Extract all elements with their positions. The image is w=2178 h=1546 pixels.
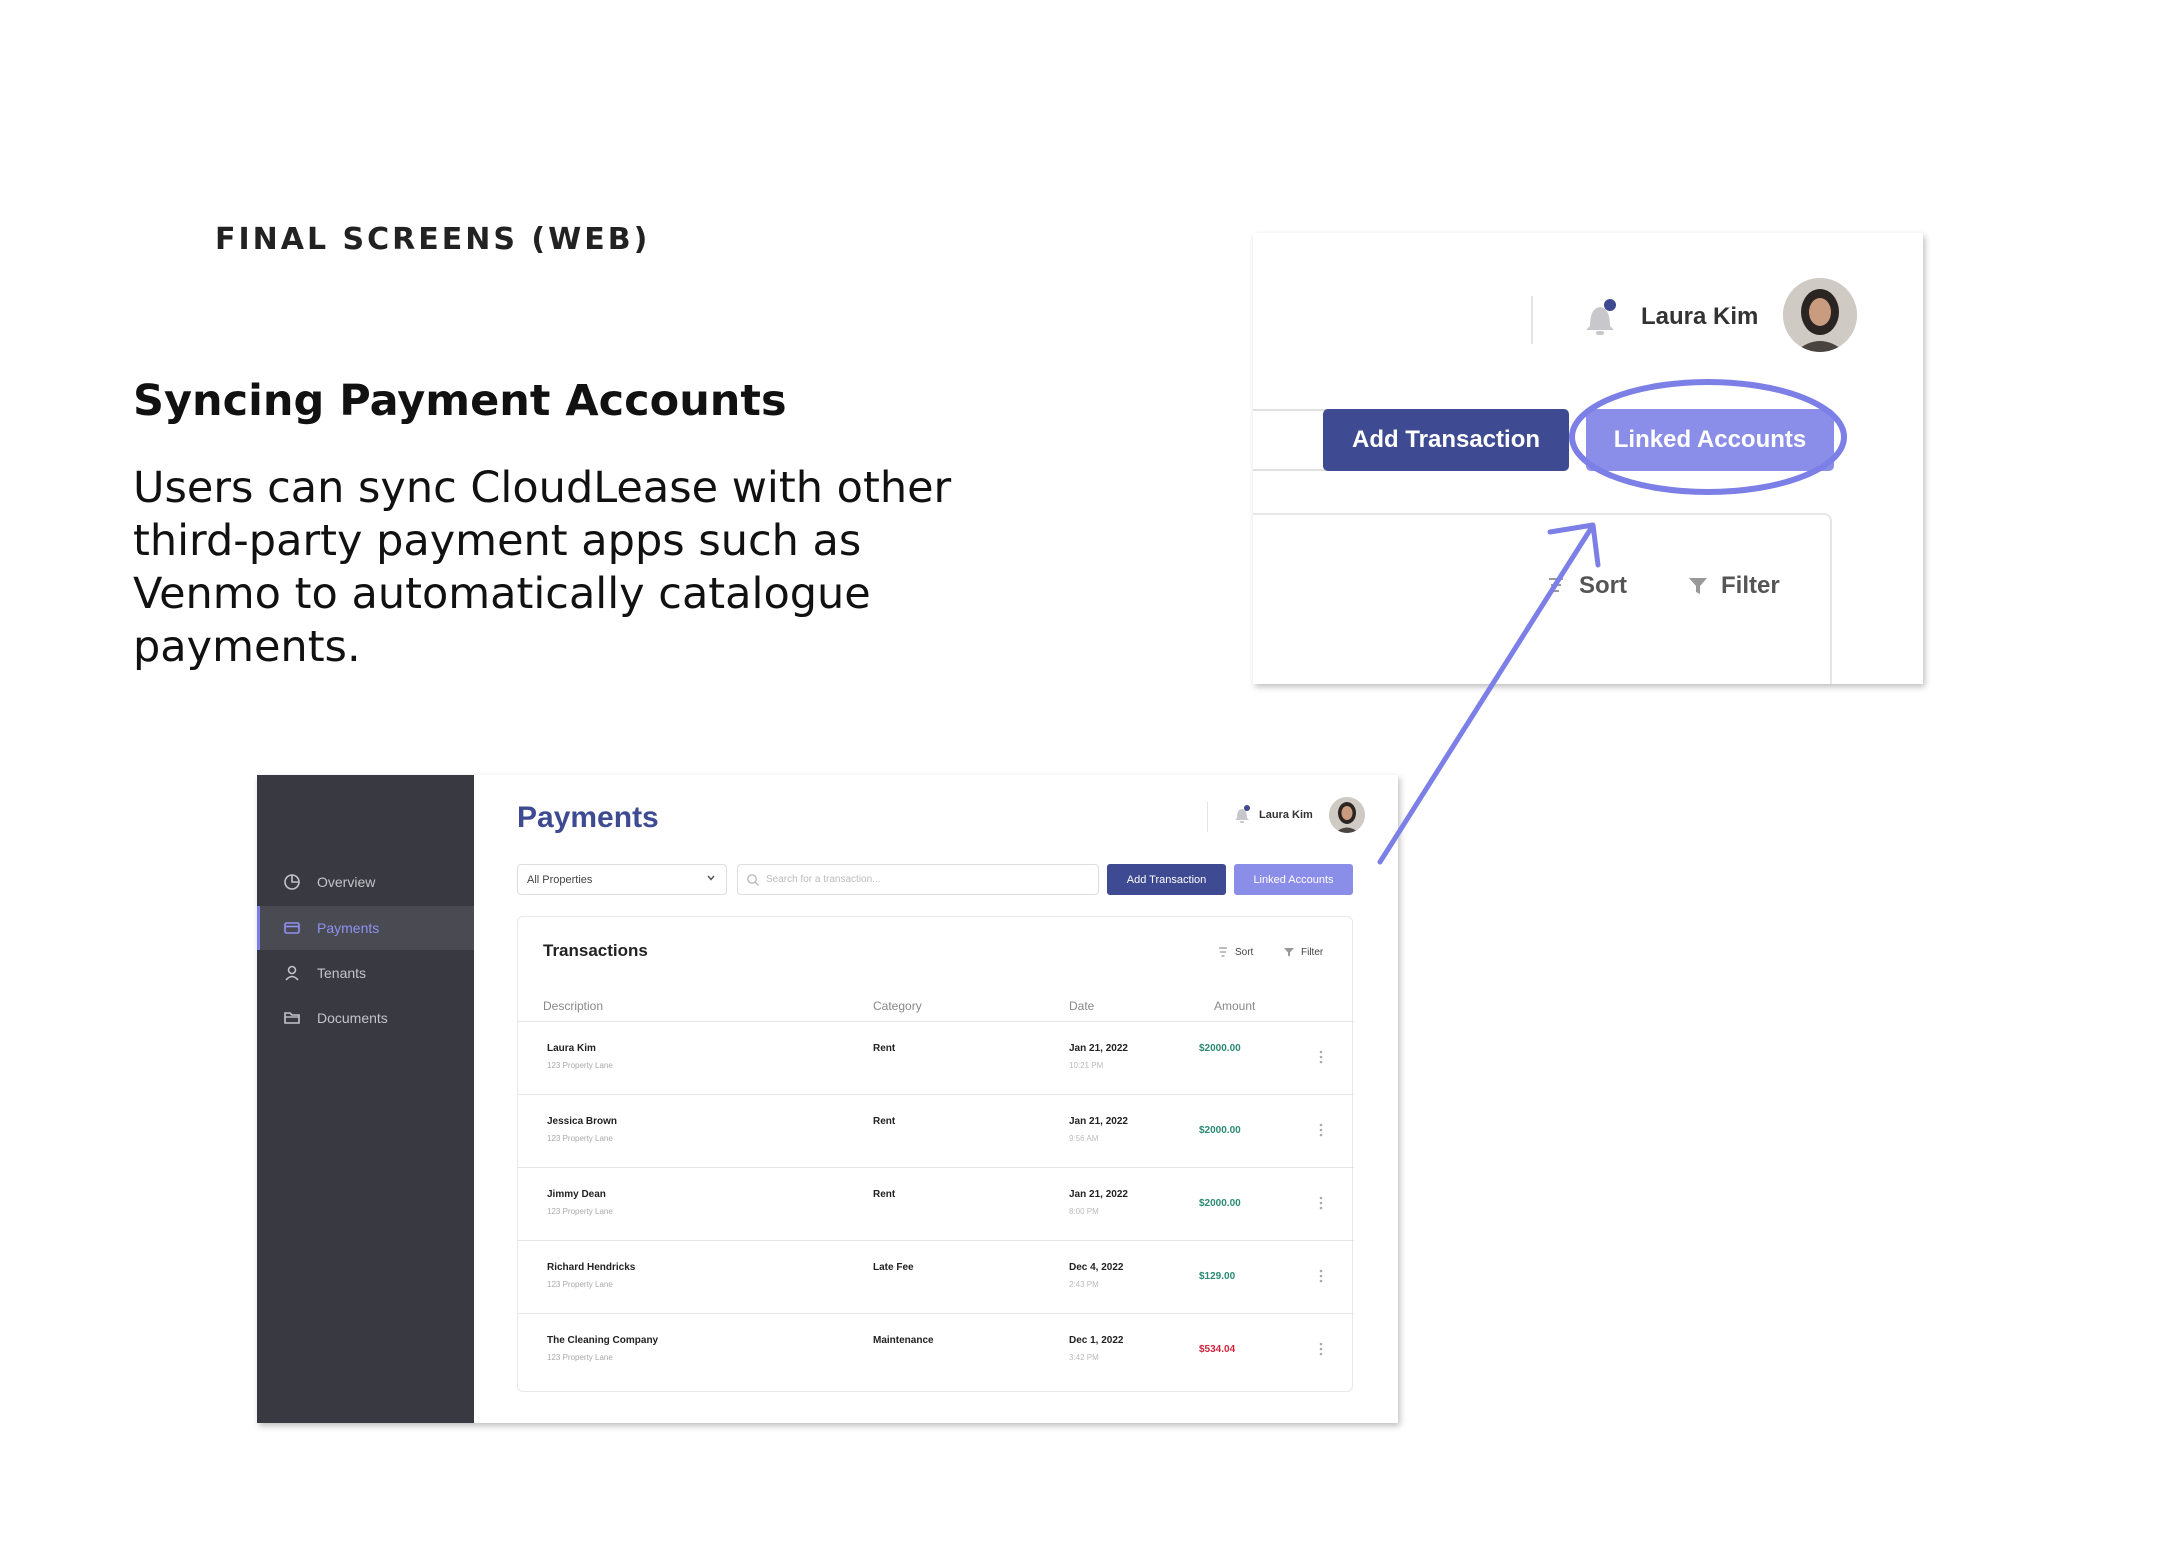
- user-name[interactable]: Laura Kim: [1259, 809, 1313, 821]
- row-name: Richard Hendricks: [547, 1262, 636, 1273]
- row-address: 123 Property Lane: [547, 1353, 613, 1362]
- sidebar-item-tenants[interactable]: Tenants: [257, 951, 474, 995]
- filter-button[interactable]: Filter: [1687, 572, 1780, 600]
- avatar[interactable]: [1783, 278, 1857, 352]
- add-transaction-button[interactable]: Add Transaction: [1323, 409, 1569, 471]
- add-transaction-button[interactable]: Add Transaction: [1107, 864, 1226, 895]
- row-date: Jan 21, 2022: [1069, 1043, 1128, 1054]
- avatar[interactable]: [1329, 797, 1365, 833]
- row-date: Dec 4, 2022: [1069, 1262, 1124, 1273]
- section-heading: Syncing Payment Accounts: [133, 376, 787, 426]
- user-icon: [285, 965, 299, 981]
- row-amount: $129.00: [1199, 1271, 1236, 1282]
- chevron-down-icon: [707, 875, 715, 881]
- transactions-title: Transactions: [543, 941, 648, 960]
- filter-button[interactable]: Filter: [1283, 946, 1323, 958]
- row-time: 2:43 PM: [1069, 1280, 1099, 1289]
- chart-pie-icon: [284, 874, 300, 890]
- notification-bell-icon[interactable]: [1233, 804, 1251, 824]
- filter-label: Filter: [1301, 946, 1324, 958]
- row-date: Dec 1, 2022: [1069, 1335, 1124, 1346]
- row-address: 123 Property Lane: [547, 1061, 613, 1070]
- more-vertical-icon[interactable]: [1319, 1195, 1323, 1211]
- table-row[interactable]: Richard Hendricks 123 Property Lane Late…: [518, 1240, 1354, 1313]
- table-row[interactable]: Jimmy Dean 123 Property Lane Rent Jan 21…: [518, 1167, 1354, 1240]
- filter-icon: [1689, 578, 1707, 594]
- sidebar-item-label: Payments: [317, 920, 380, 936]
- page-title: Payments: [517, 801, 659, 834]
- row-name: Jessica Brown: [547, 1116, 618, 1127]
- sidebar: Overview Payments Tenants Documents: [257, 775, 474, 1423]
- more-vertical-icon[interactable]: [1319, 1268, 1323, 1284]
- sort-button[interactable]: Sort: [1217, 946, 1253, 958]
- sidebar-item-label: Tenants: [317, 965, 367, 981]
- header-divider: [1207, 802, 1208, 832]
- row-amount: $2000.00: [1199, 1198, 1241, 1209]
- search-placeholder: Search for a transaction...: [766, 874, 881, 885]
- sidebar-item-label: Overview: [317, 874, 376, 890]
- payments-app-window: Overview Payments Tenants Documents Paym…: [257, 775, 1398, 1423]
- row-name: The Cleaning Company: [547, 1335, 659, 1346]
- row-name: Laura Kim: [547, 1043, 596, 1054]
- property-select[interactable]: All Properties: [517, 864, 727, 895]
- header-divider: [1531, 296, 1533, 344]
- sidebar-item-payments[interactable]: Payments: [257, 906, 474, 950]
- row-amount: $2000.00: [1199, 1125, 1241, 1136]
- linked-accounts-button[interactable]: Linked Accounts: [1234, 864, 1353, 895]
- linked-accounts-button[interactable]: Linked Accounts: [1586, 409, 1834, 471]
- table-row[interactable]: Jessica Brown 123 Property Lane Rent Jan…: [518, 1094, 1354, 1167]
- sidebar-item-label: Documents: [317, 1010, 388, 1026]
- section-label: FINAL SCREENS (WEB): [215, 222, 651, 257]
- row-name: Jimmy Dean: [547, 1189, 606, 1200]
- row-category: Rent: [873, 1043, 896, 1054]
- row-amount: $2000.00: [1199, 1043, 1241, 1054]
- search-input[interactable]: Search for a transaction...: [737, 864, 1099, 895]
- sort-icon: [1549, 578, 1563, 592]
- folder-icon: [284, 1012, 300, 1024]
- row-address: 123 Property Lane: [547, 1207, 613, 1216]
- sort-label: Sort: [1235, 946, 1254, 958]
- more-vertical-icon[interactable]: [1319, 1341, 1323, 1357]
- column-header-amount[interactable]: Amount: [1214, 999, 1255, 1013]
- notification-bell-icon[interactable]: [1581, 296, 1619, 338]
- column-header-description[interactable]: Description: [543, 999, 603, 1013]
- credit-card-icon: [284, 922, 300, 934]
- property-select-value: All Properties: [527, 873, 593, 886]
- row-category: Late Fee: [873, 1262, 914, 1273]
- row-address: 123 Property Lane: [547, 1280, 613, 1289]
- row-date: Jan 21, 2022: [1069, 1116, 1128, 1127]
- row-time: 10:21 PM: [1069, 1061, 1104, 1070]
- zoom-detail-card: Laura Kim Add Transaction Linked Account…: [1253, 233, 1923, 684]
- more-vertical-icon[interactable]: [1319, 1122, 1323, 1138]
- sort-icon: [1219, 947, 1227, 957]
- row-time: 8:00 PM: [1069, 1207, 1099, 1216]
- row-amount: $534.04: [1199, 1344, 1236, 1355]
- search-icon: [747, 874, 759, 886]
- row-category: Rent: [873, 1189, 896, 1200]
- section-description: Users can sync CloudLease with other thi…: [133, 463, 952, 672]
- row-category: Maintenance: [873, 1335, 934, 1346]
- table-row[interactable]: Laura Kim 123 Property Lane Rent Jan 21,…: [518, 1021, 1354, 1094]
- sidebar-item-documents[interactable]: Documents: [257, 996, 474, 1040]
- filter-icon: [1284, 948, 1294, 957]
- row-time: 9:56 AM: [1069, 1134, 1099, 1143]
- row-category: Rent: [873, 1116, 896, 1127]
- sort-label: Sort: [1579, 572, 1627, 599]
- sidebar-item-overview[interactable]: Overview: [257, 860, 474, 904]
- table-row[interactable]: The Cleaning Company 123 Property Lane M…: [518, 1313, 1354, 1386]
- transactions-card: Transactions Sort Filter Description Cat…: [517, 916, 1354, 1392]
- row-time: 3:42 PM: [1069, 1353, 1099, 1362]
- sort-button[interactable]: Sort: [1545, 572, 1627, 600]
- user-name[interactable]: Laura Kim: [1641, 303, 1758, 331]
- row-date: Jan 21, 2022: [1069, 1189, 1128, 1200]
- more-vertical-icon[interactable]: [1319, 1049, 1323, 1065]
- row-address: 123 Property Lane: [547, 1134, 613, 1143]
- filter-label: Filter: [1721, 572, 1780, 599]
- column-header-date[interactable]: Date: [1069, 999, 1094, 1013]
- column-header-category[interactable]: Category: [873, 999, 922, 1013]
